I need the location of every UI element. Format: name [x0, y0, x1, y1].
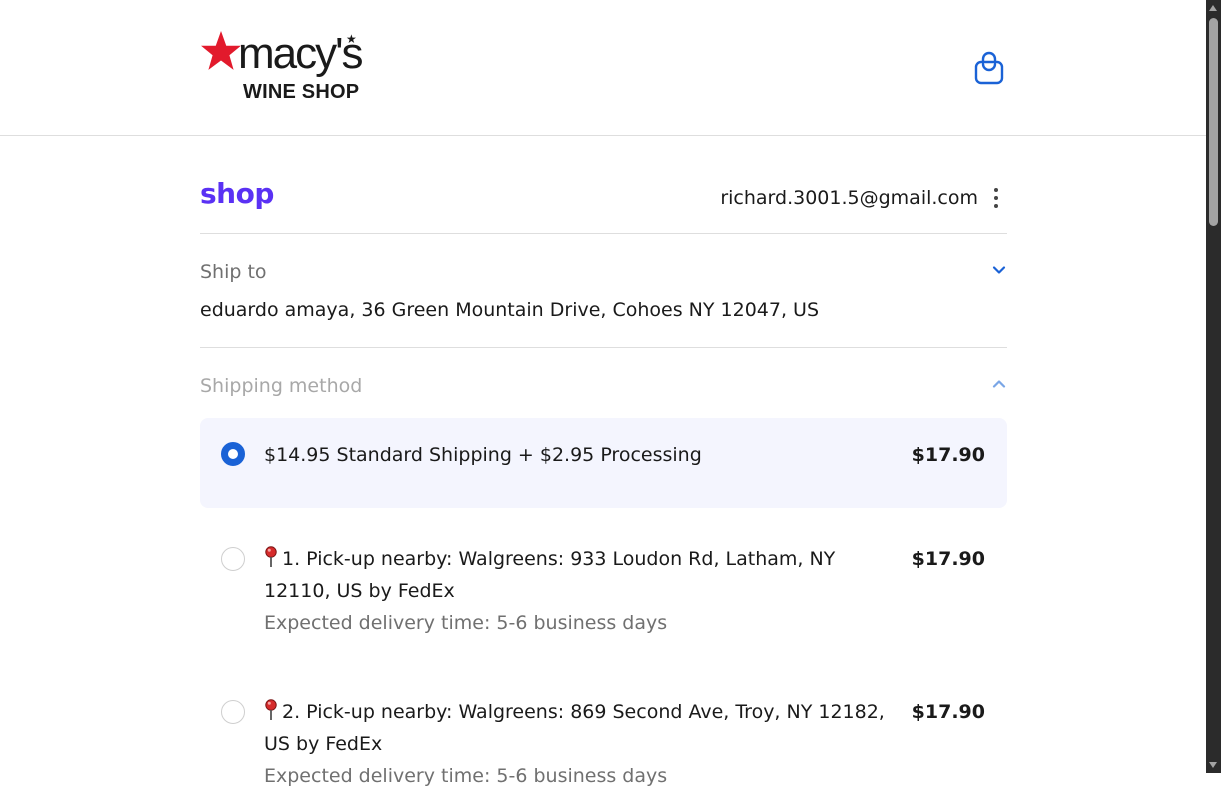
logo-small-star-icon: ★ [346, 32, 357, 46]
shipping-option-text: 1. Pick-up nearby: Walgreens: 933 Loudon… [264, 543, 894, 639]
macys-star-icon [201, 31, 241, 70]
logo-subtitle: WINE SHOP [243, 81, 360, 103]
ship-to-section[interactable]: Ship to eduardo amaya, 36 Green Mountain… [200, 234, 1007, 348]
shipping-option-label: 2. Pick-up nearby: Walgreens: 869 Second… [264, 701, 885, 755]
macys-wine-shop-logo[interactable]: macy's ★ WINE SHOP [200, 29, 370, 105]
map-pin-icon [265, 699, 277, 720]
shipping-option-label: $14.95 Standard Shipping + $2.95 Process… [264, 444, 702, 466]
shipping-option-text: 2. Pick-up nearby: Walgreens: 869 Second… [264, 696, 894, 792]
shopping-bag-icon[interactable] [972, 50, 1006, 86]
ship-to-title: Ship to [200, 261, 267, 283]
shipping-option-price: $17.90 [911, 444, 985, 466]
radio-selected[interactable] [221, 442, 245, 466]
shipping-option-price: $17.90 [911, 701, 985, 723]
chevron-down-icon[interactable] [991, 262, 1007, 278]
chevron-up-icon[interactable] [991, 376, 1007, 392]
delivery-time-note: Expected delivery time: 5-6 business day… [264, 612, 668, 634]
scroll-up-arrow-icon[interactable] [1209, 5, 1217, 11]
shipping-option-label: 1. Pick-up nearby: Walgreens: 933 Loudon… [264, 548, 836, 602]
shipping-address: eduardo amaya, 36 Green Mountain Drive, … [200, 299, 820, 321]
radio-unselected[interactable] [221, 547, 245, 571]
store-header: macy's ★ WINE SHOP [0, 0, 1206, 136]
shop-pay-logo: shop [200, 177, 274, 210]
radio-unselected[interactable] [221, 700, 245, 724]
kebab-menu-icon[interactable] [991, 186, 1001, 210]
shop-account-row: shop richard.3001.5@gmail.com [200, 136, 1007, 234]
shipping-method-section: Shipping method $14.95 Standard Shipping… [200, 348, 1007, 787]
account-email: richard.3001.5@gmail.com [720, 187, 978, 209]
logo-wordmark: macy's [238, 29, 364, 78]
map-pin-icon [265, 546, 277, 567]
shipping-method-title: Shipping method [200, 375, 363, 397]
scrollbar-thumb[interactable] [1209, 18, 1218, 226]
shipping-option-price: $17.90 [911, 548, 985, 570]
shipping-option-pickup-latham[interactable]: 1. Pick-up nearby: Walgreens: 933 Loudon… [200, 523, 1007, 643]
shipping-option-standard[interactable]: $14.95 Standard Shipping + $2.95 Process… [200, 418, 1007, 508]
scroll-down-arrow-icon[interactable] [1209, 762, 1217, 768]
delivery-time-note: Expected delivery time: 5-6 business day… [264, 765, 668, 787]
shipping-option-pickup-troy[interactable]: 2. Pick-up nearby: Walgreens: 869 Second… [200, 676, 1007, 796]
vertical-scrollbar[interactable] [1206, 0, 1221, 773]
